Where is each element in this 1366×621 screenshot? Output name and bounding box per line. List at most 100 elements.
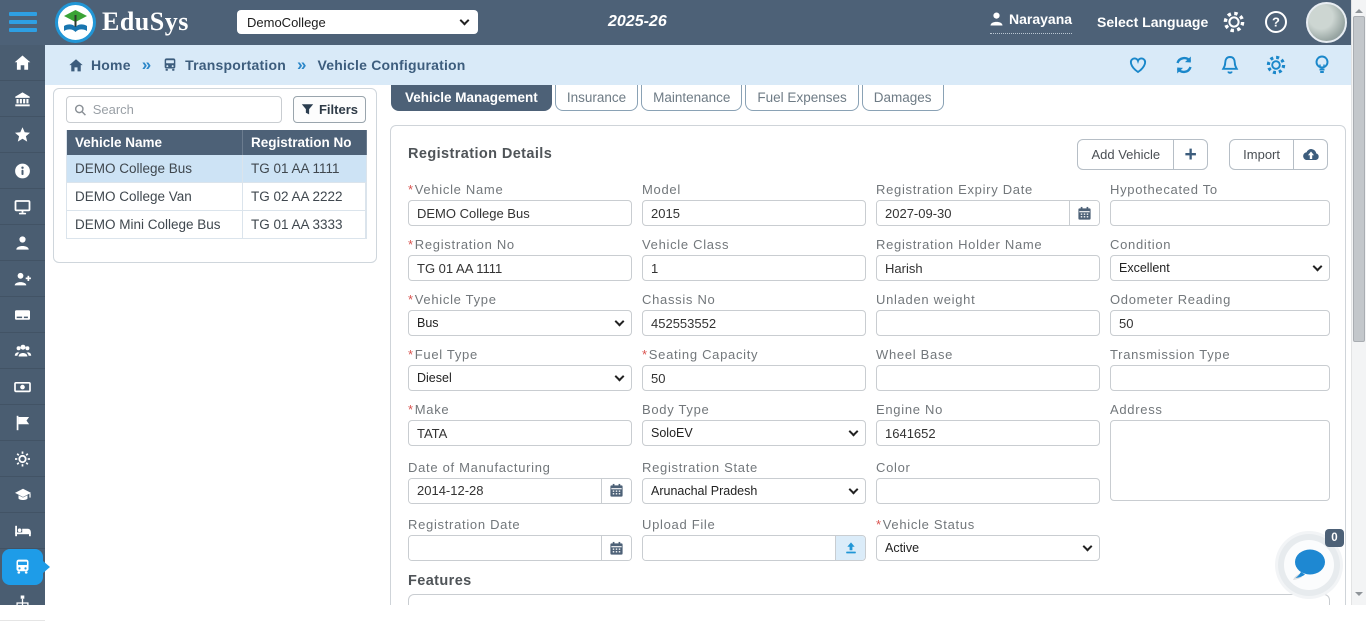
refresh-icon[interactable] <box>1173 54 1195 76</box>
field-model: Model <box>642 182 866 226</box>
notifications-bell-icon[interactable] <box>1219 54 1241 76</box>
registration-holder-name-input[interactable] <box>876 255 1100 281</box>
vehicle-class-input[interactable] <box>642 255 866 281</box>
sidebar-item-monitor[interactable] <box>0 189 45 225</box>
hamburger-menu-icon[interactable] <box>9 12 37 32</box>
settings-gear-icon[interactable] <box>1222 10 1246 34</box>
sidebar-item-fees[interactable] <box>0 369 45 405</box>
seating-capacity-input[interactable] <box>642 365 866 391</box>
features-textarea[interactable] <box>408 594 1330 605</box>
college-select[interactable]: DemoCollege <box>237 10 478 34</box>
sidebar-item-home[interactable] <box>0 45 45 81</box>
table-row[interactable]: DEMO Mini College Bus TG 01 AA 3333 <box>67 211 367 239</box>
unladen-weight-input[interactable] <box>876 310 1100 336</box>
upload-icon[interactable] <box>835 536 865 560</box>
sidebar-item-hostel[interactable] <box>0 513 45 549</box>
scroll-up-arrow[interactable] <box>1355 5 1363 13</box>
sidebar-item-info[interactable] <box>0 153 45 189</box>
add-vehicle-button[interactable]: Add Vehicle + <box>1077 138 1209 170</box>
field-address: Address <box>1110 402 1330 506</box>
avatar[interactable] <box>1306 2 1347 43</box>
institution-icon <box>15 91 30 106</box>
calendar-icon[interactable] <box>601 478 631 503</box>
registration-state-select[interactable]: Arunachal Pradesh <box>642 477 866 504</box>
field-fuel-type: *Fuel Type Diesel <box>408 347 632 391</box>
chat-widget-button[interactable]: 0 <box>1278 529 1344 596</box>
sidebar-item-favorites[interactable] <box>0 117 45 153</box>
field-registration-state: Registration State Arunachal Pradesh <box>642 460 866 504</box>
search-input[interactable] <box>92 102 274 117</box>
transmission-type-input[interactable] <box>1110 365 1330 391</box>
sidebar-item-profile[interactable] <box>0 225 45 261</box>
calendar-icon[interactable] <box>1069 201 1099 225</box>
tab-damages[interactable]: Damages <box>861 85 944 111</box>
sidebar-item-sitemap[interactable] <box>0 585 45 621</box>
table-header-row: Vehicle Name Registration No <box>67 130 367 155</box>
sidebar-item-transportation[interactable] <box>0 549 50 585</box>
tab-fuel-expenses[interactable]: Fuel Expenses <box>745 85 859 111</box>
field-vehicle-name: *Vehicle Name <box>408 182 632 226</box>
odometer-reading-input[interactable] <box>1110 310 1330 336</box>
bed-icon <box>14 525 31 536</box>
date-of-manufacturing-input[interactable] <box>409 478 601 503</box>
chassis-no-input[interactable] <box>642 310 866 336</box>
field-unladen-weight: Unladen weight <box>876 292 1100 336</box>
vertical-scrollbar[interactable] <box>1351 0 1366 605</box>
sidebar-item-groups[interactable] <box>0 333 45 369</box>
user-plus-icon <box>14 272 31 285</box>
model-input[interactable] <box>642 200 866 226</box>
registration-no-input[interactable] <box>408 255 632 281</box>
vehicle-type-select[interactable]: Bus <box>408 310 632 336</box>
vehicle-name-input[interactable] <box>408 200 632 226</box>
scroll-down-arrow[interactable] <box>1355 592 1363 600</box>
tab-insurance[interactable]: Insurance <box>554 85 639 111</box>
sidebar-item-id-card[interactable] <box>0 297 45 333</box>
make-input[interactable] <box>408 420 632 446</box>
sidebar-item-settings[interactable] <box>0 441 45 477</box>
upload-file-input[interactable] <box>643 536 835 560</box>
tab-maintenance[interactable]: Maintenance <box>641 85 743 111</box>
table-row[interactable]: DEMO College Van TG 02 AA 2222 <box>67 183 367 211</box>
sidebar-item-admissions[interactable] <box>0 261 45 297</box>
tips-lightbulb-icon[interactable] <box>1311 54 1333 76</box>
body-type-select[interactable]: SoloEV <box>642 420 866 446</box>
calendar-icon[interactable] <box>601 536 631 560</box>
home-icon <box>14 55 31 70</box>
favorites-heart-icon[interactable] <box>1127 54 1149 76</box>
sidebar-item-flag[interactable] <box>0 405 45 441</box>
chevron-down-icon <box>614 316 625 327</box>
hypothecated-to-input[interactable] <box>1110 200 1330 226</box>
active-item-notch <box>43 561 50 573</box>
scrollbar-thumb[interactable] <box>1353 16 1365 342</box>
tab-vehicle-management[interactable]: Vehicle Management <box>391 85 552 111</box>
brand-title: EduSys <box>102 7 189 36</box>
user-menu[interactable]: Narayana <box>990 11 1073 34</box>
help-icon[interactable]: ? <box>1264 10 1288 34</box>
star-icon <box>15 126 30 142</box>
breadcrumb-transportation[interactable]: Transportation <box>162 57 286 73</box>
engine-no-input[interactable] <box>876 420 1100 446</box>
fuel-type-select[interactable]: Diesel <box>408 365 632 391</box>
select-language-button[interactable]: Select Language <box>1097 14 1208 30</box>
condition-select[interactable]: Excellent <box>1110 255 1330 281</box>
sidebar-item-academics[interactable] <box>0 477 45 513</box>
registration-expiry-date-input[interactable] <box>877 201 1069 225</box>
vehicle-status-select[interactable]: Active <box>876 535 1100 561</box>
registration-date-input[interactable] <box>409 536 601 560</box>
sidebar-item-institution[interactable] <box>0 81 45 117</box>
chevron-down-icon <box>459 15 470 26</box>
breadcrumb-separator: » <box>296 55 307 74</box>
wheel-base-input[interactable] <box>876 365 1100 391</box>
user-name: Narayana <box>1009 11 1073 27</box>
column-header-registration-no: Registration No <box>243 130 367 155</box>
breadcrumb-home[interactable]: Home <box>68 57 131 73</box>
top-header-bar: EduSys DemoCollege 2025-26 Narayana Sele… <box>0 0 1351 45</box>
import-button[interactable]: Import <box>1229 138 1328 170</box>
filters-button[interactable]: Filters <box>293 96 366 123</box>
plus-icon: + <box>1184 142 1197 166</box>
table-row[interactable]: DEMO College Bus TG 01 AA 1111 <box>67 155 367 183</box>
address-textarea[interactable] <box>1110 420 1330 501</box>
color-input[interactable] <box>876 477 1100 504</box>
required-asterisk: * <box>642 347 648 362</box>
page-settings-gear-icon[interactable] <box>1265 54 1287 76</box>
